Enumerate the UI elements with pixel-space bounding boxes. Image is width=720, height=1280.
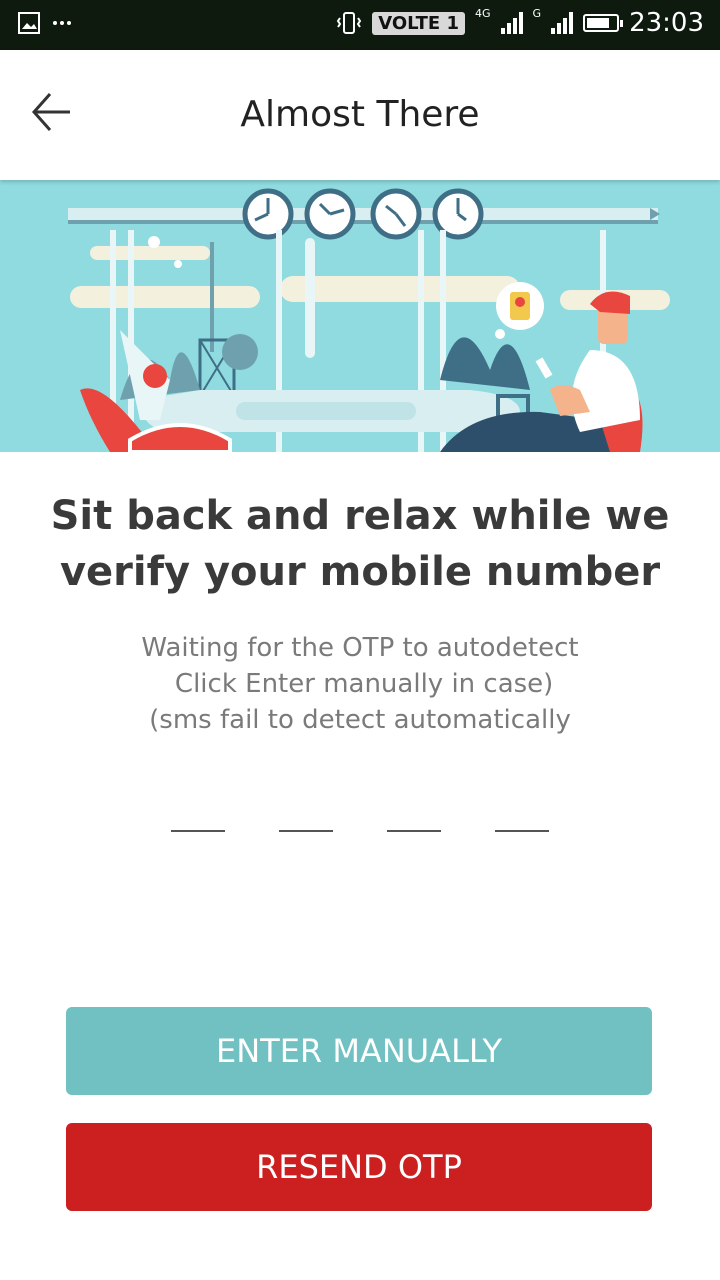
otp-digit-4[interactable] xyxy=(495,804,549,832)
otp-digit-2[interactable] xyxy=(279,804,333,832)
headline-line-2: verify your mobile number xyxy=(59,549,661,595)
status-right: VOLTE 1 4G G 23:03 xyxy=(336,6,704,38)
signal-icon xyxy=(500,12,523,34)
resend-otp-button[interactable]: RESEND OTP xyxy=(66,1123,652,1211)
signal-icon-2 xyxy=(551,12,574,34)
otp-instructions: Waiting for the OTP to autodetect Click … xyxy=(40,630,680,738)
battery-icon xyxy=(583,14,624,32)
image-icon xyxy=(18,12,40,34)
instruction-line-2: Click Enter manually in case) xyxy=(166,669,554,699)
status-left xyxy=(18,12,72,34)
volte-badge: VOLTE 1 xyxy=(372,11,465,35)
headline-line-1: Sit back and relax while we xyxy=(50,493,670,539)
airport-lounge-illustration xyxy=(0,180,720,452)
status-bar: VOLTE 1 4G G 23:03 xyxy=(0,0,720,50)
more-dots-icon xyxy=(53,21,71,25)
hero-illustration xyxy=(0,180,720,452)
vibrate-icon xyxy=(337,12,362,34)
instruction-line-1: Waiting for the OTP to autodetect xyxy=(141,633,579,663)
headline: Sit back and relax while we verify your … xyxy=(40,488,680,600)
otp-digit-3[interactable] xyxy=(387,804,441,832)
app-bar: Almost There xyxy=(0,50,720,180)
enter-manually-button[interactable]: ENTER MANUALLY xyxy=(66,1007,652,1095)
instruction-line-3: (sms fail to detect automatically xyxy=(149,705,571,735)
otp-input-row xyxy=(171,804,551,832)
otp-digit-1[interactable] xyxy=(171,804,225,832)
page-title: Almost There xyxy=(240,94,480,135)
clock: 23:03 xyxy=(629,8,704,38)
network-type-1: 4G xyxy=(475,6,491,20)
network-type-2: G xyxy=(532,6,542,20)
